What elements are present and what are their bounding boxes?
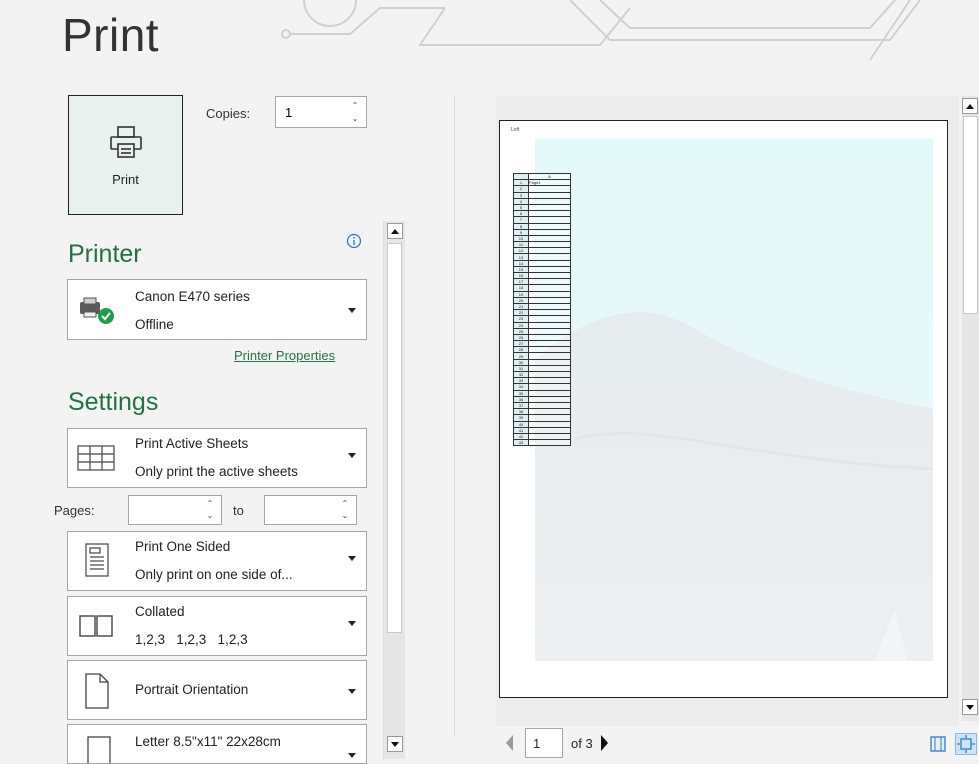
pages-to-increment-icon[interactable]: ⌃	[340, 500, 350, 508]
collated-pages-icon	[79, 615, 113, 637]
print-preview-page: Left A 1 Page1 2 3 4 5 6 7 8 9 10 11 12 13 14 15 16 17 18 19…	[499, 120, 948, 698]
orientation-label: Portrait Orientation	[135, 682, 249, 697]
scroll-down-button[interactable]	[387, 736, 403, 752]
paper-size-label: Letter 8.5"x11" 22x28cm	[135, 734, 281, 749]
orientation-dropdown[interactable]: Portrait Orientation	[67, 660, 367, 720]
next-page-icon[interactable]	[600, 735, 608, 751]
settings-scrollbar[interactable]	[383, 221, 405, 759]
header-decoration	[281, 0, 921, 60]
paper-size-dropdown[interactable]: Letter 8.5"x11" 22x28cm	[67, 724, 367, 764]
pages-to-label: to	[233, 503, 244, 518]
collation-dropdown[interactable]: Collated 1,2,3 1,2,3 1,2,3	[67, 596, 367, 656]
printer-icon	[109, 125, 142, 158]
settings-heading: Settings	[68, 388, 159, 416]
zoom-to-page-icon[interactable]	[955, 733, 977, 755]
pages-to-decrement-icon[interactable]: ⌄	[340, 512, 350, 520]
printer-status-icon	[80, 297, 114, 324]
current-page-input[interactable]: 1	[525, 728, 563, 758]
grid-cell	[528, 439, 571, 447]
total-pages-label: of 3	[571, 735, 593, 751]
chevron-down-icon	[348, 689, 356, 694]
pages-from-increment-icon[interactable]: ⌃	[205, 500, 215, 508]
copies-value: 1	[285, 105, 293, 120]
chevron-down-icon	[348, 308, 356, 313]
chevron-down-icon	[348, 621, 356, 626]
preview-scrollbar[interactable]	[962, 96, 979, 721]
preview-scrollbar-thumb[interactable]	[963, 116, 978, 314]
pages-to-input[interactable]: ⌃ ⌄	[264, 495, 357, 525]
chevron-down-icon	[348, 453, 356, 458]
print-sides-dropdown[interactable]: Print One Sided Only print on one side o…	[67, 531, 367, 591]
copies-input[interactable]: 1 ⌃ ⌄	[275, 96, 367, 128]
row-number: 43	[513, 439, 529, 447]
arrow-down-icon	[966, 704, 974, 710]
copies-label: Copies:	[206, 106, 251, 121]
info-icon[interactable]	[346, 233, 362, 249]
pages-from-decrement-icon[interactable]: ⌄	[205, 512, 215, 520]
printer-name: Canon E470 series	[135, 289, 250, 304]
table-row: 43	[513, 439, 571, 447]
print-sheets-dropdown[interactable]: Print Active Sheets Only print the activ…	[67, 428, 367, 488]
background-image	[535, 139, 933, 661]
panel-divider	[454, 96, 455, 736]
printer-properties-link[interactable]: Printer Properties	[234, 348, 335, 363]
show-margins-icon[interactable]	[929, 735, 947, 753]
printer-heading: Printer	[68, 240, 142, 268]
print-sheets-desc: Only print the active sheets	[135, 464, 298, 479]
portrait-page-icon	[85, 673, 109, 709]
print-sheets-label: Print Active Sheets	[135, 436, 249, 451]
printer-status: Offline	[135, 317, 174, 332]
previous-page-icon[interactable]	[506, 735, 513, 751]
page-title: Print	[62, 9, 160, 61]
scroll-up-button[interactable]	[387, 223, 403, 239]
arrow-down-icon	[391, 741, 399, 747]
collation-label: Collated	[135, 604, 185, 619]
copies-increment-icon[interactable]: ⌃	[350, 102, 360, 110]
table-grid-icon	[77, 445, 115, 471]
preview-scroll-down-button[interactable]	[962, 699, 978, 715]
document-pages-icon	[85, 543, 109, 577]
chevron-down-icon	[348, 753, 356, 758]
print-sides-desc: Only print on one side of...	[135, 567, 293, 582]
arrow-up-icon	[391, 228, 399, 234]
printer-dropdown[interactable]: Canon E470 series Offline	[67, 279, 367, 340]
chevron-down-icon	[348, 556, 356, 561]
page-navigator: 1 of 3	[506, 728, 608, 758]
pages-label: Pages:	[54, 503, 95, 518]
arrow-up-icon	[966, 103, 974, 109]
scrollbar-thumb[interactable]	[387, 243, 402, 633]
copies-decrement-icon[interactable]: ⌄	[350, 115, 360, 123]
collation-desc: 1,2,3 1,2,3 1,2,3	[135, 632, 248, 647]
page-header-text: Left	[511, 127, 520, 133]
worksheet-preview-grid: A 1 Page1 2 3 4 5 6 7 8 9 10 11 12 13 14 15 16 17 18 19 20 21 2…	[513, 172, 571, 447]
preview-scroll-up-button[interactable]	[962, 98, 978, 114]
print-sides-label: Print One Sided	[135, 539, 231, 554]
print-button[interactable]: Print	[68, 95, 183, 215]
pages-from-input[interactable]: ⌃ ⌄	[128, 495, 222, 525]
print-button-label: Print	[112, 171, 139, 187]
